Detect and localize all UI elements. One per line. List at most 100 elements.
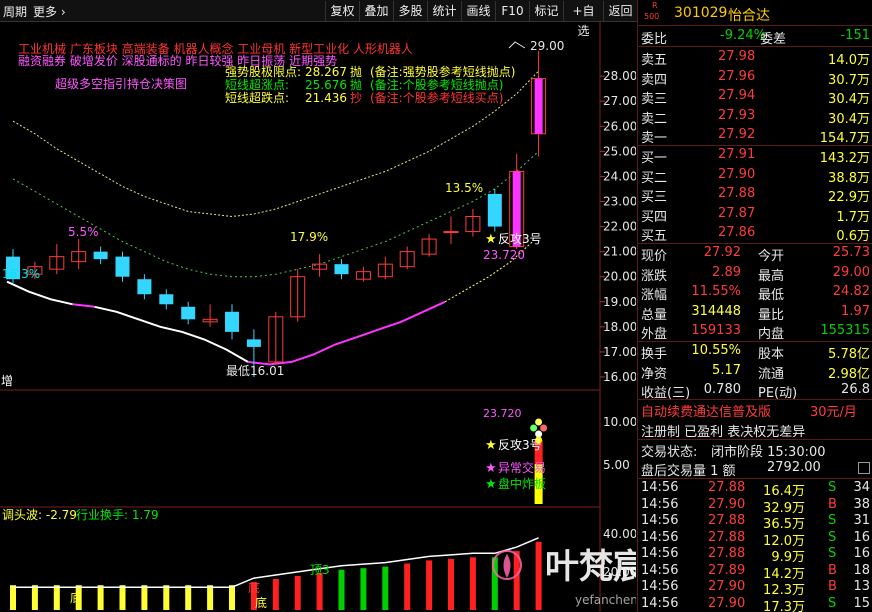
- ask-label: 卖四: [641, 72, 668, 88]
- tick-price: 27.90: [708, 579, 746, 594]
- stat-value: 27.92: [703, 245, 741, 260]
- statistics-button[interactable]: 统计: [427, 1, 461, 21]
- stat-row: 换手 10.55% 股本 5.78亿: [638, 342, 872, 362]
- candle-body: [159, 294, 174, 305]
- ask-row[interactable]: 卖三 27.94 30.4万: [638, 87, 872, 107]
- sub-signal-price: 23.720: [483, 407, 522, 420]
- tick-time: 14:56: [641, 496, 679, 512]
- stat-row: 现价 27.92 今开 25.73: [638, 244, 872, 264]
- signal-price: 23.720: [483, 248, 525, 262]
- sub3-bar: [97, 585, 104, 610]
- candle-body: [225, 311, 239, 332]
- bid-row[interactable]: 买一 27.91 143.2万: [638, 146, 872, 166]
- y-tick-label: 16.00: [603, 370, 636, 384]
- ask-row[interactable]: 卖五 27.98 14.0万: [638, 48, 872, 68]
- sub3-bar: [426, 560, 433, 610]
- sub3-bar: [229, 585, 235, 610]
- signal-dot-icon: [540, 424, 548, 432]
- y-tick-label: 17.00: [603, 345, 636, 359]
- sub-signal-label-3: 盘中炸板: [498, 476, 546, 491]
- candle-body: [443, 231, 459, 234]
- bid-volume: 22.9万: [828, 190, 870, 205]
- stat-label: 现价: [641, 249, 668, 264]
- tick-price: 27.88: [708, 513, 746, 528]
- bid-price: 27.86: [718, 225, 756, 240]
- promo-line-1[interactable]: 自动续费通达信普及版 30元/月: [638, 400, 872, 420]
- indicator-title: 超级多空指引持仓决策图: [55, 76, 187, 91]
- adjust-rights-button[interactable]: 复权: [325, 1, 359, 21]
- tick-price: 27.90: [708, 595, 746, 611]
- ask-label: 卖一: [641, 131, 668, 146]
- ask-price: 27.92: [718, 127, 756, 142]
- bid-row[interactable]: 买三 27.88 22.9万: [638, 185, 872, 205]
- period-menu[interactable]: 周期: [3, 3, 27, 20]
- sub-signal-label-2: 异常交易: [498, 460, 546, 475]
- bid-label: 买二: [641, 170, 668, 186]
- bid-row[interactable]: 买四 27.87 1.7万: [638, 205, 872, 225]
- sub3-bar: [294, 575, 301, 610]
- ask-price: 27.94: [718, 88, 756, 103]
- sub3-bottom-label-1: 底: [70, 590, 82, 605]
- draw-line-button[interactable]: 画线: [461, 1, 495, 21]
- bid-label: 买三: [641, 190, 668, 205]
- stat-label: 最低: [758, 288, 785, 303]
- sub-y-tick-label: 10.00: [603, 415, 636, 429]
- tick-price: 27.88: [708, 480, 746, 495]
- tick-side: S: [828, 529, 837, 545]
- multi-stock-button[interactable]: 多股: [393, 1, 427, 21]
- svg-text:25.676: 25.676: [305, 78, 347, 92]
- sub3-bar: [316, 572, 323, 610]
- y-tick-label: 19.00: [603, 295, 636, 309]
- stat-label: 净资: [641, 366, 668, 382]
- back-button[interactable]: 返回: [603, 1, 637, 21]
- bid-row[interactable]: 买五 27.86 0.6万: [638, 224, 872, 244]
- ask-row[interactable]: 卖四 27.96 30.7万: [638, 68, 872, 88]
- low-price-label: 最低16.01: [226, 364, 284, 378]
- sub-star-icon-2: ★: [485, 461, 497, 476]
- y-tick-label: 21.00: [603, 245, 636, 259]
- tick-side: S: [828, 513, 837, 528]
- mark-button[interactable]: 标记: [529, 1, 563, 21]
- ask-label: 卖三: [641, 92, 668, 107]
- candle-body: [93, 251, 108, 260]
- bid-label: 买四: [641, 209, 668, 225]
- stat-row: 涨跌 2.89 最高 29.00: [638, 264, 872, 284]
- support-line-white: [6, 280, 73, 306]
- overlay-button[interactable]: 叠加: [359, 1, 393, 21]
- sub3-bar: [141, 585, 148, 610]
- y-tick-label: 26.00: [603, 119, 636, 133]
- stat-label: 内盘: [758, 327, 785, 342]
- add-watchlist-button[interactable]: +自选: [563, 1, 603, 38]
- candle-body: [487, 193, 502, 227]
- y-tick-label: 24.00: [603, 169, 636, 183]
- stat-value: 2.98亿: [828, 366, 870, 382]
- stat-label: 流通: [758, 366, 785, 382]
- grid-toggle-icon[interactable]: [858, 462, 870, 474]
- stat-value: 5.78亿: [828, 347, 870, 362]
- kline-chart-svg[interactable]: 28.00 27.00 26.00 25.00 24.00 23.00 22.00 21.00…: [0, 22, 636, 612]
- f10-button[interactable]: F10: [495, 1, 529, 21]
- bid-volume: 1.7万: [836, 209, 870, 225]
- svg-text:(备注:强势股参考短线抛点): (备注:强势股参考短线抛点): [370, 64, 515, 79]
- stat-label: 涨跌: [641, 268, 668, 284]
- ask-row[interactable]: 卖一 27.92 154.7万: [638, 126, 872, 146]
- ask-row[interactable]: 卖二 27.93 30.4万: [638, 107, 872, 127]
- tick-row[interactable]: 14:56 27.90 17.3万 S 15: [638, 595, 872, 612]
- svg-text:抄: 抄: [350, 91, 362, 105]
- tick-time: 14:56: [641, 529, 679, 545]
- promo-line-2[interactable]: 注册制 已盈利 表决权无差异: [638, 420, 872, 440]
- sub3-y-tick-label: 40.00: [603, 527, 636, 541]
- chevron-right-icon: ›: [60, 5, 66, 19]
- ask-volume: 30.7万: [828, 72, 870, 88]
- more-menu[interactable]: 更多 ›: [33, 3, 66, 20]
- signal-dot-icon: [530, 424, 538, 432]
- bid-row[interactable]: 买二 27.90 38.8万: [638, 166, 872, 186]
- stat-value: 2.89: [712, 264, 741, 280]
- tick-price: 27.88: [708, 529, 746, 545]
- y-tick-label: 18.00: [603, 320, 636, 334]
- kline-chart-area[interactable]: 28.00 27.00 26.00 25.00 24.00 23.00 22.00 21.00…: [0, 22, 636, 612]
- bid-label: 买五: [641, 229, 668, 244]
- tick-vol: 17.3万: [763, 599, 805, 612]
- highlight-bar: [534, 78, 543, 134]
- tick-price: 27.90: [708, 496, 746, 512]
